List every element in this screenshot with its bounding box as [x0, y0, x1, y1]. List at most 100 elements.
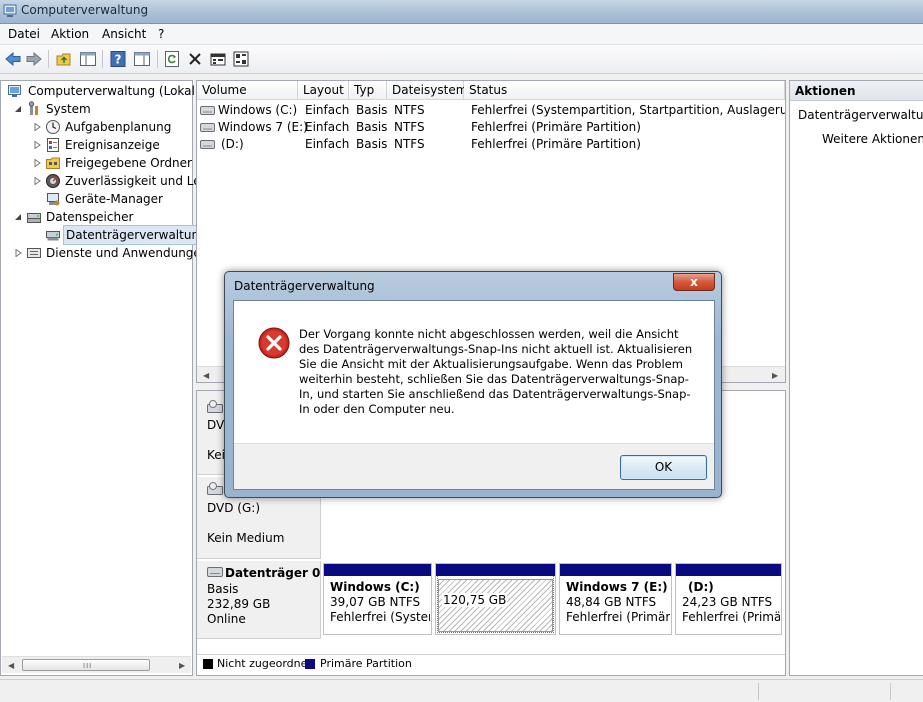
scroll-left-arrow-icon[interactable]: ◀: [203, 371, 209, 380]
title-bar: Computerverwaltung: [0, 0, 923, 24]
show-hide-action-pane-icon[interactable]: [133, 50, 151, 68]
partition-d[interactable]: (D:) 24,23 GB NTFS Fehlerfrei (Primäre: [675, 563, 782, 635]
table-row[interactable]: Windows (C:) Einfach Basis NTFS Fehlerfr…: [197, 102, 785, 119]
legend-swatch-unallocated: [203, 659, 213, 669]
back-arrow-icon[interactable]: [4, 50, 22, 68]
status-bar: [0, 679, 923, 702]
drive-icon: [200, 140, 215, 149]
tree-item-label: Dienste und Anwendungen: [46, 246, 209, 260]
help-icon[interactable]: ?: [109, 50, 127, 68]
column-header-layout[interactable]: Layout: [298, 81, 349, 100]
clock-icon: [46, 120, 60, 134]
cell-volume: Windows 7 (E:): [218, 120, 308, 134]
partition-name: Windows 7 (E:): [566, 580, 668, 594]
collapsed-arrow-icon[interactable]: [34, 159, 41, 167]
menu-ansicht[interactable]: Ansicht: [102, 27, 146, 41]
collapsed-arrow-icon[interactable]: [34, 123, 41, 131]
column-header-typ[interactable]: Typ: [349, 81, 387, 100]
performance-icon: [46, 174, 60, 188]
collapsed-arrow-icon[interactable]: [34, 141, 41, 149]
column-header-volume[interactable]: Volume: [197, 81, 298, 100]
settings-icon[interactable]: [232, 50, 250, 68]
table-row[interactable]: (D:) Einfach Basis NTFS Fehlerfrei (Prim…: [197, 136, 785, 153]
error-dialog: Datenträgerverwaltung x Der Vorgang konn…: [224, 271, 722, 498]
disk-status: Online: [207, 612, 246, 626]
computer-management-icon: [8, 85, 21, 97]
toolbar-separator: [102, 50, 103, 68]
partition-bar: [436, 564, 555, 576]
partition-unallocated[interactable]: 120,75 GB: [435, 563, 556, 635]
toolbar-separator: [157, 50, 158, 68]
delete-icon[interactable]: [186, 50, 204, 68]
properties-icon[interactable]: [209, 50, 227, 68]
partition-windows-7-e[interactable]: Windows 7 (E:) 48,84 GB NTFS Fehlerfrei …: [559, 563, 672, 635]
cell-layout: Einfach: [305, 137, 350, 151]
up-folder-icon[interactable]: [55, 50, 73, 68]
partition-bar: [676, 564, 781, 576]
partition-size: 39,07 GB NTFS: [330, 595, 421, 609]
column-header-status[interactable]: Status: [464, 81, 785, 100]
scrollbar-thumb[interactable]: III: [22, 659, 150, 671]
tree-item-label: Ereignisanzeige: [65, 138, 160, 152]
tree-item-label: Zuverlässigkeit und Leis: [65, 174, 211, 188]
action-weitere-aktionen[interactable]: Weitere Aktionen: [822, 132, 923, 146]
event-viewer-icon: [47, 138, 59, 152]
menu-help[interactable]: ?: [158, 27, 164, 41]
cell-dateisystem: NTFS: [394, 103, 425, 117]
tree-item-label: Datenspeicher: [46, 210, 134, 224]
system-tools-icon: [28, 101, 38, 115]
disk-name: DVD (G:): [207, 501, 260, 515]
refresh-icon[interactable]: [163, 50, 181, 68]
partition-size: 48,84 GB NTFS: [566, 595, 657, 609]
computer-management-icon: [3, 4, 17, 17]
legend: Nicht zugeordnet Primäre Partition: [197, 654, 785, 674]
partition-size: 120,75 GB: [442, 593, 508, 607]
toolbar: ?: [0, 45, 923, 74]
partition-name: Windows (C:): [330, 580, 420, 594]
dialog-close-button[interactable]: x: [673, 273, 715, 291]
services-icon: [27, 248, 41, 258]
expanded-arrow-icon[interactable]: [15, 105, 22, 113]
partition-status: Fehlerfrei (Primäre: [682, 610, 780, 624]
column-header-dateisystem[interactable]: Dateisystem: [387, 81, 467, 100]
cell-dateisystem: NTFS: [394, 137, 425, 151]
cell-layout: Einfach: [305, 103, 350, 117]
actions-header: Aktionen: [790, 81, 923, 101]
hard-disk-icon: [207, 567, 223, 577]
scrollbar-grip: III: [83, 662, 93, 670]
actions-pane: Aktionen Datenträgerverwaltung Weitere A…: [789, 80, 923, 676]
menu-datei[interactable]: Datei: [8, 27, 40, 41]
scroll-right-arrow-icon[interactable]: ▶: [179, 661, 185, 670]
scroll-right-arrow-icon[interactable]: ▶: [772, 371, 778, 380]
cell-typ: Basis: [356, 120, 388, 134]
disk-size: 232,89 GB: [207, 597, 271, 611]
menu-aktion[interactable]: Aktion: [51, 27, 89, 41]
dialog-body: Der Vorgang konnte nicht abgeschlossen w…: [233, 300, 715, 490]
disk-label-datentraeger-0[interactable]: Datenträger 0 Basis 232,89 GB Online: [197, 561, 321, 639]
cell-typ: Basis: [356, 103, 388, 117]
disk-management-icon: [46, 231, 60, 241]
disk-type: Basis: [207, 582, 239, 596]
error-icon: [258, 327, 290, 359]
legend-label: Primäre Partition: [320, 657, 412, 670]
dvd-drive-icon: [207, 400, 223, 413]
tree-horizontal-scrollbar[interactable]: ◀ III ▶: [2, 656, 191, 673]
dialog-title: Datenträgerverwaltung: [234, 279, 375, 293]
partition-windows-c[interactable]: Windows (C:) 39,07 GB NTFS Fehlerfrei (S…: [323, 563, 432, 635]
table-row[interactable]: Windows 7 (E:) Einfach Basis NTFS Fehler…: [197, 119, 785, 136]
expanded-arrow-icon[interactable]: [15, 213, 22, 221]
forward-arrow-icon[interactable]: [25, 50, 43, 68]
legend-label: Nicht zugeordnet: [217, 657, 312, 670]
collapsed-arrow-icon[interactable]: [15, 249, 22, 257]
show-hide-console-tree-icon[interactable]: [79, 50, 97, 68]
cell-volume: (D:): [221, 137, 244, 151]
ok-button[interactable]: OK: [620, 455, 707, 480]
scroll-left-arrow-icon[interactable]: ◀: [8, 661, 14, 670]
tree-item-label: Datenträgerverwaltung: [63, 225, 210, 245]
tree-item-label: Aufgabenplanung: [65, 120, 172, 134]
partition-status: Fehlerfrei (Primäre: [566, 610, 670, 624]
action-datentraegerverwaltung[interactable]: Datenträgerverwaltung: [798, 108, 923, 122]
tree-item-label: Computerverwaltung (Lokal): [28, 84, 200, 98]
cell-status: Fehlerfrei (Primäre Partition): [471, 120, 641, 134]
collapsed-arrow-icon[interactable]: [34, 177, 41, 185]
